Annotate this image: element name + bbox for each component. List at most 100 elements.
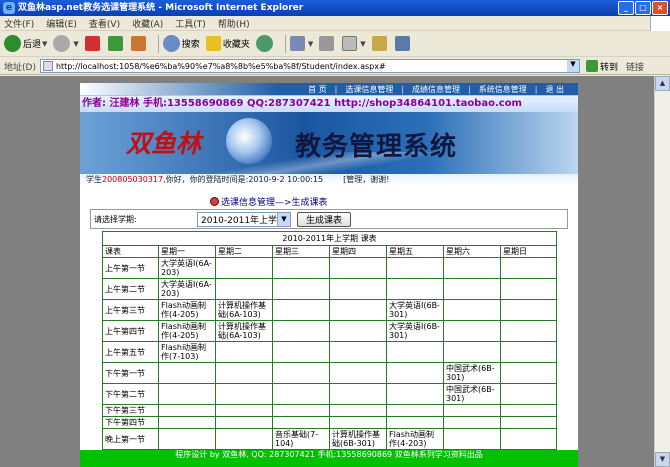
period-label: 上午第一节 bbox=[102, 257, 159, 279]
address-dropdown-icon[interactable]: ▼ bbox=[566, 60, 579, 72]
toolbar-separator bbox=[284, 34, 286, 53]
generate-schedule-button[interactable]: 生成课表 bbox=[297, 211, 352, 227]
window-title: 双鱼林asp.net教务选课管理系统 - Microsoft Internet … bbox=[18, 3, 304, 13]
schedule-cell bbox=[215, 362, 273, 384]
back-dropdown-icon[interactable]: ▼ bbox=[42, 40, 47, 48]
edit-button[interactable]: ▼ bbox=[342, 36, 366, 51]
student-id: 200805030317 bbox=[102, 175, 164, 184]
schedule-cell bbox=[386, 278, 444, 300]
menu-file[interactable]: 文件(F) bbox=[4, 17, 34, 30]
back-label: 后退 bbox=[23, 40, 42, 50]
schedule-cell bbox=[329, 362, 387, 384]
history-icon bbox=[255, 35, 273, 52]
edit-dropdown-icon[interactable]: ▼ bbox=[360, 40, 365, 48]
back-arrow-icon bbox=[4, 35, 21, 52]
window-controls: _ □ × bbox=[618, 1, 668, 15]
schedule-cell bbox=[272, 341, 330, 363]
window-titlebar: e 双鱼林asp.net教务选课管理系统 - Microsoft Interne… bbox=[0, 0, 670, 16]
messenger-icon bbox=[371, 36, 387, 51]
refresh-icon bbox=[107, 36, 123, 51]
period-label: 上午第五节 bbox=[102, 341, 159, 363]
search-icon bbox=[162, 35, 180, 52]
address-input[interactable]: http://localhost:1058/%e6%ba%90%e7%a8%8b… bbox=[39, 59, 580, 73]
schedule-cell bbox=[272, 320, 330, 342]
schedule-cell bbox=[500, 278, 557, 300]
period-label: 晚上第一节 bbox=[102, 428, 159, 450]
schedule-header-cell: 星期三 bbox=[272, 245, 330, 258]
nav-home[interactable]: 首 页 bbox=[308, 84, 327, 95]
schedule-cell bbox=[329, 320, 387, 342]
menu-favorites[interactable]: 收藏(A) bbox=[132, 17, 163, 30]
schedule-cell bbox=[443, 428, 501, 450]
research-button[interactable] bbox=[394, 36, 412, 51]
nav-course-selection[interactable]: 选课信息管理 bbox=[345, 84, 393, 95]
messenger-button[interactable] bbox=[371, 36, 389, 51]
stop-button[interactable] bbox=[84, 36, 102, 51]
page-icon bbox=[42, 61, 53, 71]
menu-tools[interactable]: 工具(T) bbox=[175, 17, 206, 30]
schedule-cell bbox=[500, 404, 557, 417]
schedule-row: 晚上第一节 音乐基础(7-104) 计算机操作基础(6B-301) Flash动画制作… bbox=[102, 428, 557, 450]
minimize-button[interactable]: _ bbox=[618, 1, 634, 15]
scroll-down-icon[interactable]: ▼ bbox=[655, 452, 670, 467]
print-button[interactable] bbox=[319, 36, 336, 51]
schedule-cell bbox=[386, 362, 444, 384]
page-body: 选课信息管理—>生成课表 请选择学期: 2010-2011年上学期 ▼ 生成课表… bbox=[90, 191, 568, 467]
nav-logout[interactable]: 退 出 bbox=[545, 84, 564, 95]
address-label: 地址(D) bbox=[4, 62, 36, 73]
home-button[interactable] bbox=[130, 36, 148, 51]
breadcrumb: 选课信息管理—>生成课表 bbox=[210, 195, 328, 208]
schedule-cell bbox=[215, 278, 273, 300]
history-button[interactable] bbox=[255, 35, 275, 52]
schedule-cell bbox=[272, 362, 330, 384]
nav-divider: | bbox=[334, 84, 338, 94]
schedule-cell bbox=[329, 404, 387, 417]
menu-bar: 文件(F) 编辑(E) 查看(V) 收藏(A) 工具(T) 帮助(H) bbox=[0, 16, 670, 31]
nav-divider: | bbox=[401, 84, 405, 94]
schedule-cell: Flash动画制作(4-205) bbox=[158, 299, 216, 321]
schedule-cell bbox=[500, 299, 557, 321]
semester-label: 请选择学期: bbox=[94, 214, 137, 224]
go-button[interactable]: 转到 bbox=[585, 60, 618, 73]
nav-grades[interactable]: 成绩信息管理 bbox=[412, 84, 460, 95]
chevron-down-icon[interactable]: ▼ bbox=[277, 212, 290, 226]
schedule-row: 下午第三节 bbox=[102, 404, 557, 417]
forward-dropdown-icon[interactable]: ▼ bbox=[73, 40, 78, 48]
period-label: 上午第三节 bbox=[102, 299, 159, 321]
schedule-cell: Flash动画制作(7-103) bbox=[158, 341, 216, 363]
favorites-button[interactable]: 收藏夹 bbox=[205, 36, 250, 51]
mail-button[interactable]: ▼ bbox=[289, 36, 313, 51]
vertical-scrollbar[interactable]: ▲ ▼ bbox=[654, 76, 670, 467]
schedule-cell bbox=[329, 278, 387, 300]
mail-dropdown-icon[interactable]: ▼ bbox=[308, 40, 313, 48]
schedule-cell bbox=[215, 416, 273, 429]
schedule-row: 上午第一节 大学英语I(6A-203) bbox=[102, 257, 557, 279]
maximize-button[interactable]: □ bbox=[635, 1, 651, 15]
schedule-cell bbox=[158, 416, 216, 429]
close-button[interactable]: × bbox=[652, 1, 668, 15]
forward-button[interactable]: ▼ bbox=[53, 35, 79, 52]
windows-logo-icon bbox=[650, 16, 670, 31]
schedule-cell bbox=[386, 416, 444, 429]
semester-select[interactable]: 2010-2011年上学期 ▼ bbox=[197, 211, 291, 227]
schedule-header-row: 课表 星期一 星期二 星期三 星期四 星期五 星期六 星期日 bbox=[102, 245, 557, 258]
back-button[interactable]: 后退 ▼ bbox=[4, 35, 47, 52]
web-page: 首 页 | 选课信息管理 | 成绩信息管理 | 系统信息管理 | 退 出 作者: 汪建林… bbox=[80, 83, 578, 467]
menu-view[interactable]: 查看(V) bbox=[89, 17, 120, 30]
scroll-up-icon[interactable]: ▲ bbox=[655, 76, 670, 91]
menu-edit[interactable]: 编辑(E) bbox=[46, 17, 77, 30]
search-button[interactable]: 搜索 bbox=[162, 35, 200, 52]
refresh-button[interactable] bbox=[107, 36, 125, 51]
menu-help[interactable]: 帮助(H) bbox=[218, 17, 250, 30]
schedule-cell: Flash动画制作(4-203) bbox=[386, 428, 444, 450]
home-icon bbox=[130, 36, 146, 51]
schedule-cell bbox=[386, 257, 444, 279]
nav-system[interactable]: 系统信息管理 bbox=[479, 84, 527, 95]
nav-divider: | bbox=[534, 84, 538, 94]
site-banner: 双鱼林 教务管理系统 bbox=[80, 112, 578, 174]
schedule-cell bbox=[386, 404, 444, 417]
links-button[interactable]: 链接 bbox=[626, 60, 644, 73]
schedule-cell bbox=[329, 257, 387, 279]
schedule-row: 下午第二节 中国武术(6B-301) bbox=[102, 383, 557, 405]
schedule-cell: 音乐基础(7-104) bbox=[272, 428, 330, 450]
